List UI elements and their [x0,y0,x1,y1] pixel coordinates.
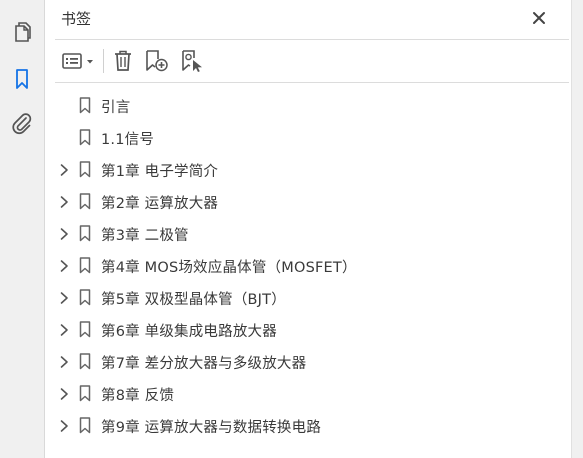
bookmark-icon [79,289,91,306]
bookmark-label: 第6章 单级集成电路放大器 [101,324,277,340]
panel-header: 书签 [45,0,571,38]
bookmark-label: 引言 [101,100,131,116]
document-edge [571,0,583,458]
close-icon[interactable] [531,10,547,26]
bookmark-icon [79,193,91,210]
bookmark-item[interactable]: 第5章 双极型晶体管（BJT） [45,282,571,314]
panel-title: 书签 [61,10,92,28]
bookmark-icon [79,417,91,434]
new-bookmark-from-structure-icon [182,50,202,72]
chevron-right-icon[interactable] [58,259,70,273]
delete-icon [115,50,131,71]
bookmark-label: 第5章 双极型晶体管（BJT） [101,292,286,308]
bookmark-label: 第7章 差分放大器与多级放大器 [101,356,307,372]
new-bookmark-button[interactable] [144,49,170,73]
bookmark-icon [79,385,91,402]
chevron-right-icon[interactable] [58,355,70,369]
pages-icon[interactable] [9,18,35,46]
bookmark-icon[interactable] [9,65,35,93]
chevron-right-icon[interactable] [58,195,70,209]
bookmark-item[interactable]: 引言 [45,90,571,122]
bookmarks-toolbar [45,40,571,82]
bookmark-item[interactable]: 第9章 运算放大器与数据转换电路 [45,410,571,442]
left-navigation-rail [0,0,45,458]
options-menu-icon [62,53,93,69]
bookmark-label: 第9章 运算放大器与数据转换电路 [101,420,322,436]
new-bookmark-icon [146,50,168,72]
bookmarks-panel: 书签 引言 1.1信号 第1章 电子学简介 第2章 运算放大器 第3章 二极管 … [45,0,571,458]
bookmark-item[interactable]: 第8章 反馈 [45,378,571,410]
bookmark-label: 第4章 MOS场效应晶体管（MOSFET） [101,260,357,276]
bookmark-label: 第2章 运算放大器 [101,196,219,212]
options-menu-button[interactable] [61,49,97,73]
bookmark-item[interactable]: 1.1信号 [45,122,571,154]
delete-button[interactable] [112,49,134,73]
bookmark-icon [79,321,91,338]
chevron-right-icon[interactable] [58,419,70,433]
chevron-right-icon[interactable] [58,163,70,177]
bookmark-icon [79,129,91,146]
bookmark-icon [79,161,91,178]
bookmark-item[interactable]: 第4章 MOS场效应晶体管（MOSFET） [45,250,571,282]
chevron-right-icon[interactable] [58,227,70,241]
bookmark-item[interactable]: 第1章 电子学简介 [45,154,571,186]
bookmark-icon [79,257,91,274]
toolbar-divider [103,49,104,73]
chevron-right-icon[interactable] [58,323,70,337]
bookmark-item[interactable]: 第2章 运算放大器 [45,186,571,218]
bookmark-label: 1.1信号 [101,132,155,148]
chevron-right-icon[interactable] [58,387,70,401]
bookmark-item[interactable]: 第7章 差分放大器与多级放大器 [45,346,571,378]
bookmark-item[interactable]: 第3章 二极管 [45,218,571,250]
bookmark-label: 第1章 电子学简介 [101,164,219,180]
attachment-icon[interactable] [9,110,35,138]
chevron-right-icon[interactable] [58,291,70,305]
bookmark-item[interactable]: 第6章 单级集成电路放大器 [45,314,571,346]
bookmark-icon [79,225,91,242]
bookmark-label: 第3章 二极管 [101,228,189,244]
toolbar-divider-bottom [55,82,569,83]
bookmark-icon [79,353,91,370]
new-bookmark-from-structure-button[interactable] [180,49,206,73]
bookmark-icon [79,97,91,114]
bookmark-label: 第8章 反馈 [101,388,175,404]
